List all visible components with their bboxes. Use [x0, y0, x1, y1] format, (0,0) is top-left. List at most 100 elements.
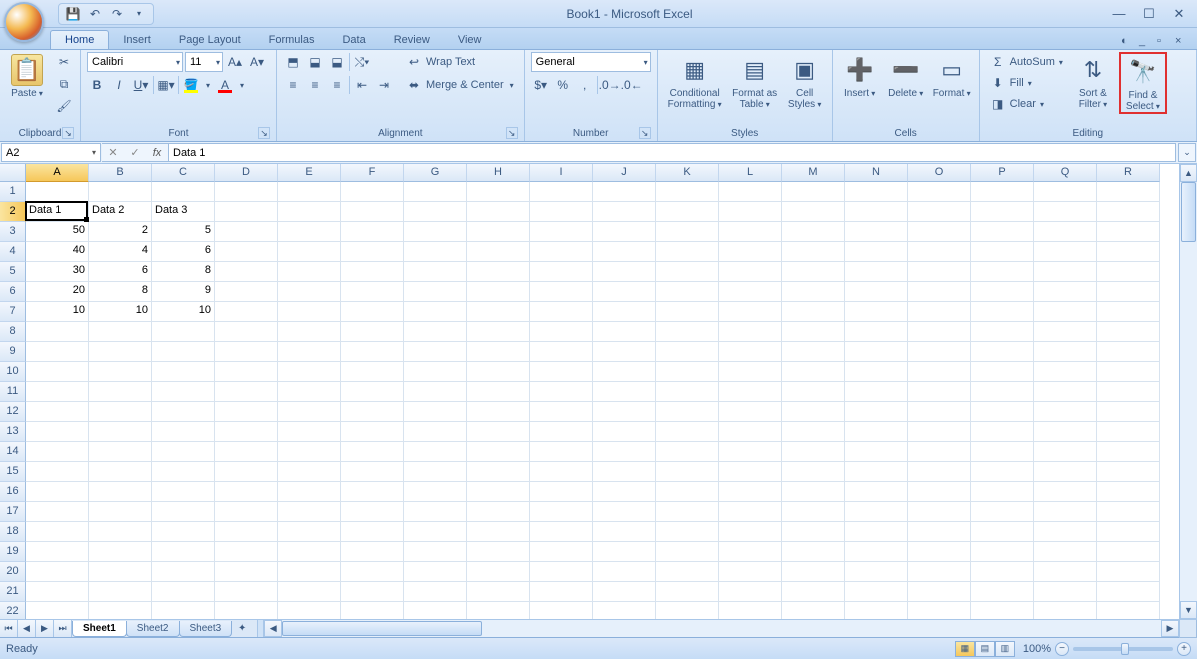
cell[interactable] [278, 482, 341, 502]
maximize-button[interactable]: ☐ [1135, 4, 1163, 24]
cell[interactable] [404, 462, 467, 482]
cell[interactable]: 10 [89, 302, 152, 322]
worksheet-grid[interactable]: ABCDEFGHIJKLMNOPQR 123456789101112131415… [0, 164, 1197, 619]
cell[interactable] [26, 522, 89, 542]
cell[interactable] [656, 562, 719, 582]
cell[interactable] [908, 302, 971, 322]
cell[interactable] [656, 602, 719, 619]
ribbon-close-icon[interactable]: × [1175, 35, 1189, 49]
cell[interactable] [656, 582, 719, 602]
cell[interactable] [467, 342, 530, 362]
cell[interactable] [152, 442, 215, 462]
cell[interactable] [152, 542, 215, 562]
cell[interactable] [341, 442, 404, 462]
align-middle-icon[interactable]: ⬓ [305, 52, 325, 72]
row-header[interactable]: 1 [0, 182, 26, 202]
cell[interactable] [152, 402, 215, 422]
cell[interactable] [1097, 382, 1160, 402]
cell[interactable] [530, 482, 593, 502]
cell[interactable] [278, 522, 341, 542]
sheet-nav-next-icon[interactable]: ▶ [36, 620, 54, 637]
cell[interactable] [719, 542, 782, 562]
cell[interactable] [26, 502, 89, 522]
cell-styles-button[interactable]: ▣ Cell Styles [784, 52, 826, 110]
cell[interactable] [215, 402, 278, 422]
cell[interactable]: Data 3 [152, 202, 215, 222]
cell[interactable] [89, 462, 152, 482]
cell[interactable] [971, 402, 1034, 422]
cell[interactable] [719, 302, 782, 322]
cell[interactable] [215, 342, 278, 362]
cell[interactable] [845, 582, 908, 602]
cell[interactable] [404, 322, 467, 342]
cell[interactable] [341, 462, 404, 482]
cell[interactable] [1097, 442, 1160, 462]
align-left-icon[interactable]: ≡ [283, 75, 303, 95]
cell[interactable] [1097, 182, 1160, 202]
cell[interactable] [530, 542, 593, 562]
tab-page-layout[interactable]: Page Layout [165, 31, 255, 49]
cell[interactable] [656, 422, 719, 442]
cell[interactable] [278, 222, 341, 242]
zoom-slider-knob[interactable] [1121, 643, 1129, 655]
cell[interactable] [593, 222, 656, 242]
cell[interactable] [656, 482, 719, 502]
cell[interactable] [1097, 402, 1160, 422]
cell[interactable] [530, 362, 593, 382]
sheet-nav-prev-icon[interactable]: ◀ [18, 620, 36, 637]
column-header[interactable]: K [656, 164, 719, 182]
office-button[interactable] [4, 2, 44, 42]
cell[interactable] [1034, 462, 1097, 482]
cell[interactable] [1034, 522, 1097, 542]
cell[interactable] [593, 402, 656, 422]
cell[interactable] [1034, 442, 1097, 462]
cell[interactable] [278, 462, 341, 482]
row-header[interactable]: 15 [0, 462, 26, 482]
cell[interactable] [782, 262, 845, 282]
cell[interactable] [845, 402, 908, 422]
cell[interactable] [845, 302, 908, 322]
cell[interactable] [845, 322, 908, 342]
tab-formulas[interactable]: Formulas [255, 31, 329, 49]
cell[interactable] [26, 462, 89, 482]
cell[interactable] [656, 442, 719, 462]
cell[interactable] [341, 522, 404, 542]
row-header[interactable]: 8 [0, 322, 26, 342]
fill-color-button[interactable]: 🪣 [181, 75, 201, 95]
cell[interactable] [908, 222, 971, 242]
cell[interactable] [341, 202, 404, 222]
cell[interactable] [719, 202, 782, 222]
cell[interactable] [656, 222, 719, 242]
cell[interactable] [89, 502, 152, 522]
cell[interactable] [89, 562, 152, 582]
cell[interactable]: 2 [89, 222, 152, 242]
row-header[interactable]: 3 [0, 222, 26, 242]
cell[interactable] [719, 382, 782, 402]
cell[interactable] [89, 542, 152, 562]
cell[interactable] [1034, 402, 1097, 422]
cell[interactable] [656, 282, 719, 302]
cell[interactable] [89, 522, 152, 542]
cell[interactable] [971, 562, 1034, 582]
comma-format-icon[interactable]: , [575, 75, 595, 95]
align-bottom-icon[interactable]: ⬓ [327, 52, 347, 72]
insert-function-icon[interactable]: fx [146, 147, 168, 159]
cell[interactable] [656, 502, 719, 522]
cell[interactable] [782, 542, 845, 562]
cell[interactable] [845, 462, 908, 482]
cell[interactable]: 4 [89, 242, 152, 262]
cell[interactable] [89, 182, 152, 202]
row-header[interactable]: 12 [0, 402, 26, 422]
cell[interactable] [782, 462, 845, 482]
cell[interactable] [1097, 242, 1160, 262]
cell[interactable] [782, 242, 845, 262]
cell[interactable] [26, 382, 89, 402]
cell[interactable] [152, 582, 215, 602]
font-launcher-icon[interactable]: ↘ [258, 127, 270, 139]
row-header[interactable]: 5 [0, 262, 26, 282]
cell[interactable] [341, 402, 404, 422]
cell[interactable] [1034, 322, 1097, 342]
cell[interactable] [908, 422, 971, 442]
row-header[interactable]: 20 [0, 562, 26, 582]
cell[interactable] [341, 362, 404, 382]
